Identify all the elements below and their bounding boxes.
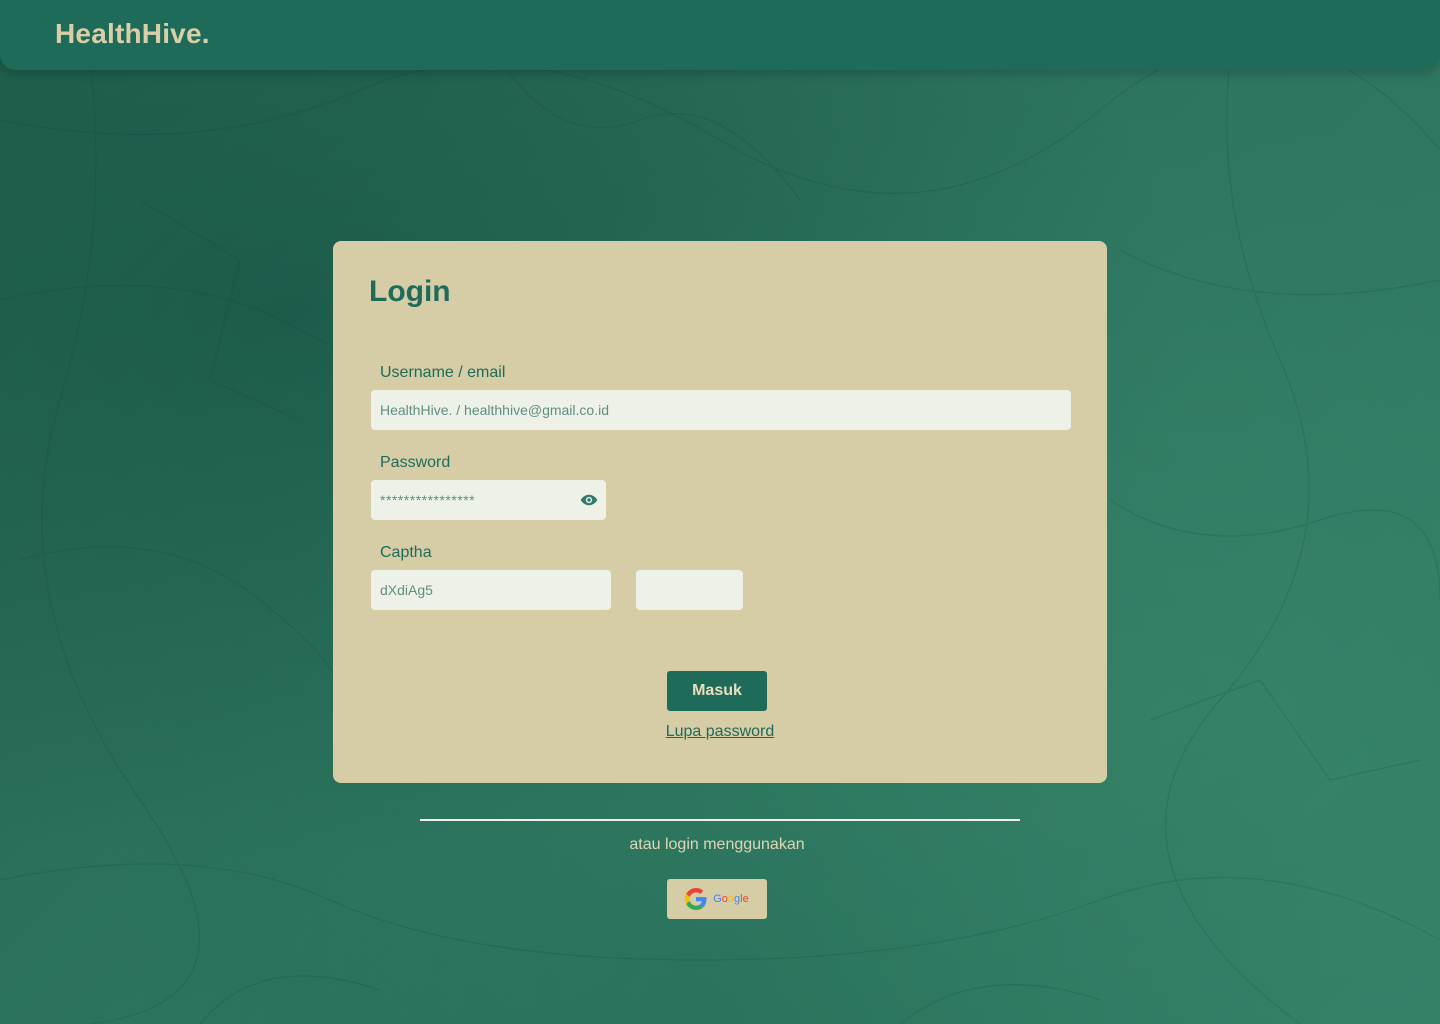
- password-field[interactable]: ****************: [371, 480, 606, 520]
- username-label: Username / email: [380, 364, 506, 381]
- brand-logo[interactable]: HealthHive.: [55, 18, 210, 50]
- forgot-password-link[interactable]: Lupa password: [333, 723, 1107, 741]
- page-title: Login: [369, 275, 451, 308]
- alternative-login-text: atau login menggunakan: [629, 836, 805, 853]
- divider: [420, 819, 1020, 821]
- eye-icon[interactable]: [580, 492, 598, 508]
- login-card: Login Username / email HealthHive. / hea…: [333, 241, 1107, 783]
- captcha-code: dXdiAg5: [380, 582, 433, 598]
- google-wordmark: Google: [713, 893, 749, 905]
- username-value: HealthHive. / healthhive@gmail.co.id: [380, 402, 609, 418]
- password-label: Password: [380, 454, 451, 471]
- captcha-input[interactable]: [636, 570, 743, 610]
- google-logo-icon: [685, 888, 707, 910]
- top-navbar: HealthHive.: [0, 0, 1440, 70]
- username-field[interactable]: HealthHive. / healthhive@gmail.co.id: [371, 390, 1071, 430]
- password-value: ****************: [380, 492, 476, 508]
- login-button[interactable]: Masuk: [667, 671, 767, 711]
- google-login-button[interactable]: Google: [667, 879, 767, 919]
- captcha-label: Captha: [380, 544, 432, 561]
- captcha-code-display: dXdiAg5: [371, 570, 611, 610]
- forgot-password-label[interactable]: Lupa password: [666, 723, 775, 740]
